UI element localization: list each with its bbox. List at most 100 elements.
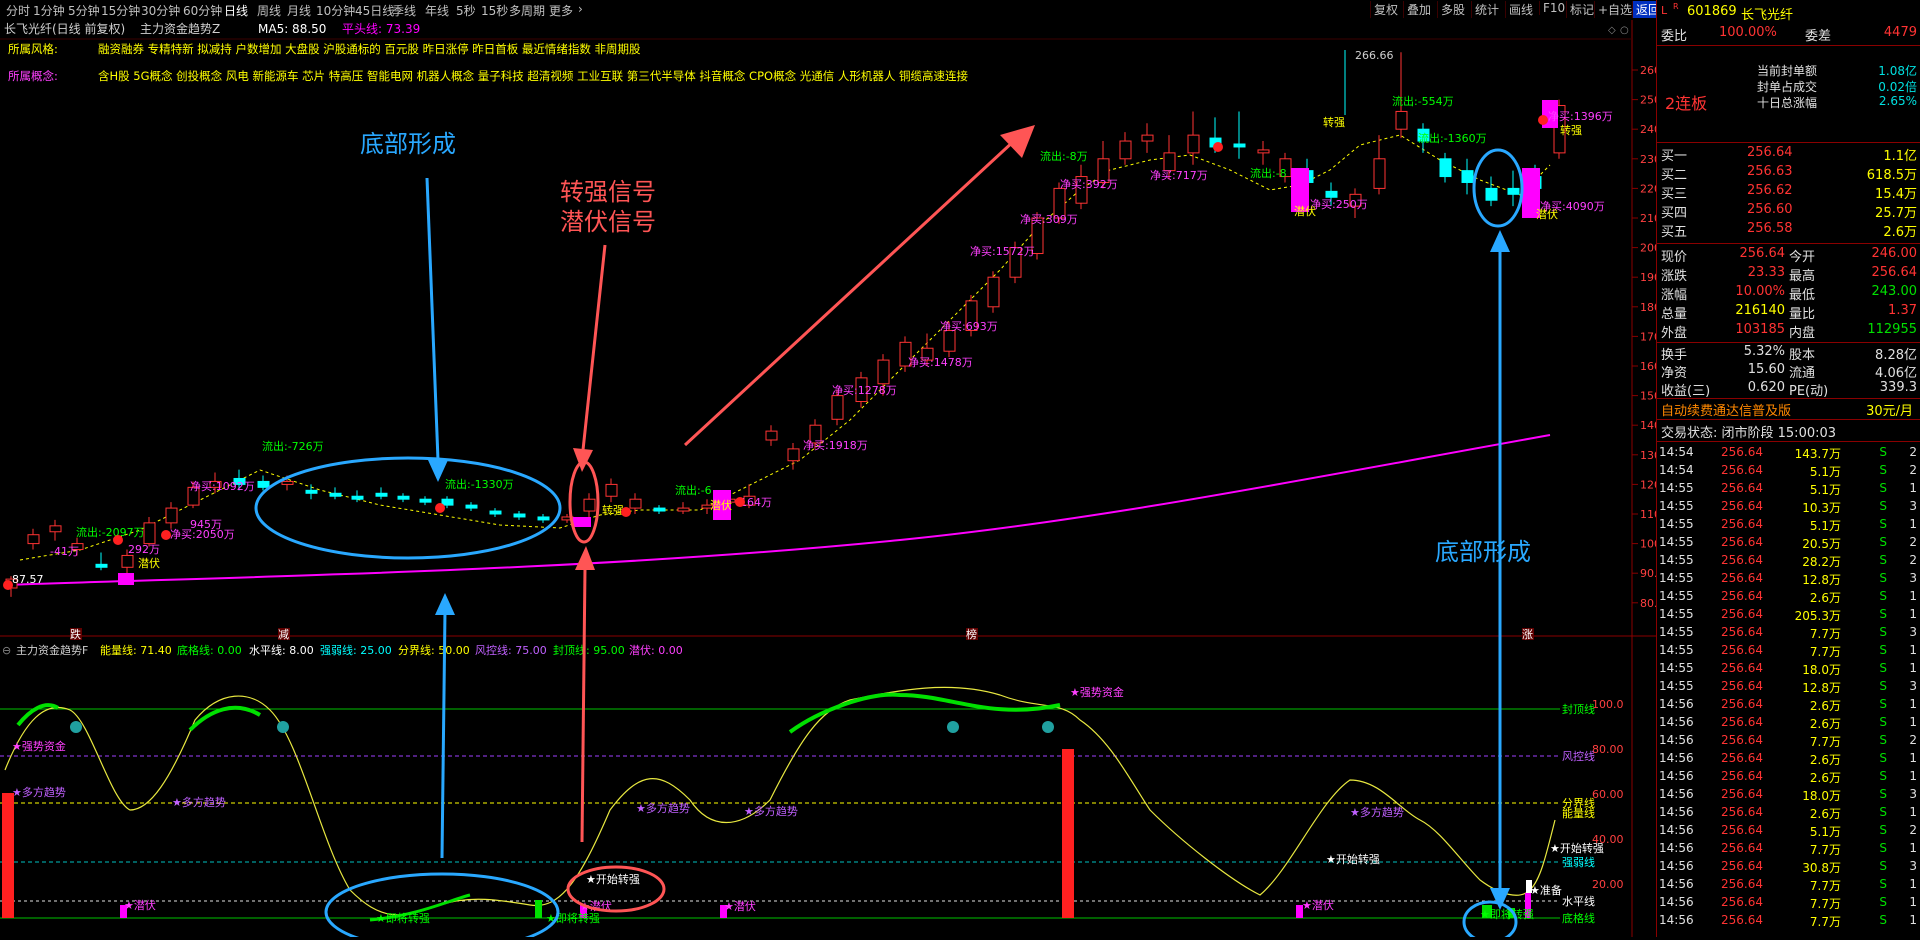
- more-chevron-icon[interactable]: ›: [578, 2, 583, 16]
- timeframe-tab[interactable]: 15分钟: [101, 2, 140, 19]
- timeframe-tab[interactable]: 15秒: [481, 2, 508, 19]
- price-tick: 110.0: [1640, 508, 1656, 521]
- candle-body: [1257, 149, 1270, 154]
- tick-count: 1: [1909, 877, 1917, 891]
- toolbar-btn[interactable]: F10: [1539, 1, 1568, 15]
- tick-time: 14:56: [1659, 715, 1694, 729]
- bottom-label-left: 底部形成: [360, 130, 456, 158]
- toolbar-btn[interactable]: 统计: [1471, 1, 1502, 18]
- finance-value: 4.06亿: [1875, 366, 1917, 381]
- timeframe-tab[interactable]: 更多: [549, 2, 573, 19]
- promo-text[interactable]: 自动续费通达信普及版: [1661, 400, 1791, 419]
- timeframe-tab[interactable]: 日线: [224, 2, 248, 19]
- kline-chart-svg[interactable]: 长飞光纤(日线 前复权) 主力资金趋势Z MA5: 88.50 平头线: 73.…: [0, 20, 1672, 940]
- timeframe-tab[interactable]: 季线: [392, 2, 416, 19]
- indicator-header-fenjie: 分界线: 50.00: [398, 643, 470, 657]
- timeframe-tab[interactable]: 周线: [257, 2, 281, 19]
- bid-row[interactable]: 买五 256.58 2.6万: [1657, 221, 1920, 240]
- toolbar-btn[interactable]: 复权: [1370, 1, 1401, 18]
- tick-volume: 20.5万: [1802, 537, 1841, 551]
- timeframe-tab[interactable]: 5分钟: [68, 2, 100, 19]
- tick-row: 14:55 256.64 20.5万 S 2: [1657, 535, 1920, 553]
- tick-count: 1: [1909, 661, 1917, 675]
- toolbar-btn[interactable]: +自选: [1594, 1, 1635, 18]
- tick-side: S: [1879, 841, 1887, 855]
- toolbar-btn[interactable]: 多股: [1437, 1, 1468, 18]
- indicator-signal-label: ★多方趋势: [744, 804, 798, 818]
- weicha-value: 4479: [1883, 25, 1917, 40]
- tick-time: 14:56: [1659, 823, 1694, 837]
- candle-body: [121, 554, 134, 568]
- date-marker: 跌: [70, 627, 81, 641]
- toolbar-btn[interactable]: 叠加: [1403, 1, 1434, 18]
- timeframe-tab[interactable]: 多周期: [509, 2, 545, 19]
- price-tick: 260.0: [1640, 64, 1656, 77]
- circle-icon[interactable]: ○: [1620, 25, 1629, 36]
- candle-body: [787, 448, 800, 462]
- price-signal-label: 87.57: [12, 573, 44, 586]
- timeframe-tab[interactable]: 60分钟: [183, 2, 222, 19]
- candle-body: [257, 480, 270, 488]
- signal-dot-icon: [113, 535, 123, 545]
- tick-count: 3: [1909, 859, 1917, 873]
- tick-price: 256.64: [1721, 571, 1763, 585]
- candle-body: [95, 563, 108, 568]
- timeframe-tab[interactable]: 30分钟: [141, 2, 180, 19]
- tick-price: 256.64: [1721, 553, 1763, 567]
- bid-row[interactable]: 买三 256.62 15.4万: [1657, 183, 1920, 202]
- bid-row[interactable]: 买一 256.64 1.1亿: [1657, 145, 1920, 164]
- concept-label: 所属概念:: [8, 69, 58, 83]
- tick-count: 1: [1909, 769, 1917, 783]
- candle-body: [1141, 134, 1154, 142]
- indicator-signal-label: ★多方趋势: [1350, 805, 1404, 819]
- promo-price[interactable]: 30元/月: [1866, 400, 1913, 419]
- signal-label-1: 转强信号: [560, 178, 656, 206]
- tick-row: 14:55 256.64 5.1万 S 1: [1657, 517, 1920, 535]
- tick-count: 1: [1909, 895, 1917, 909]
- date-marker: 榜: [966, 627, 977, 641]
- date-marker: 减: [278, 628, 289, 641]
- bid-name: 买四: [1661, 206, 1688, 221]
- timeframe-tab[interactable]: 5秒: [456, 2, 476, 19]
- tick-count: 3: [1909, 571, 1917, 585]
- tick-side: S: [1879, 733, 1887, 747]
- indicator-tick: 20.00: [1592, 878, 1624, 891]
- tick-price: 256.64: [1721, 895, 1763, 909]
- timeframe-tab[interactable]: 1分钟: [33, 2, 65, 19]
- tick-time: 14:55: [1659, 589, 1694, 603]
- timeframe-tab[interactable]: 年线: [425, 2, 449, 19]
- tick-side: S: [1879, 805, 1887, 819]
- candle-body: [653, 507, 666, 512]
- candle-body: [831, 395, 844, 420]
- tick-price: 256.64: [1721, 823, 1763, 837]
- tick-row: 14:55 256.64 7.7万 S 1: [1657, 643, 1920, 661]
- toolbar-btn[interactable]: 画线: [1505, 1, 1536, 18]
- bid-row[interactable]: 买二 256.63 618.5万: [1657, 164, 1920, 183]
- timeframe-tab[interactable]: 45日线: [355, 2, 394, 19]
- tick-price: 256.64: [1721, 805, 1763, 819]
- tick-volume: 5.1万: [1809, 483, 1841, 497]
- price-tick: 230.0: [1640, 153, 1656, 166]
- signal-dot-icon: [1213, 142, 1223, 152]
- tick-price: 256.64: [1721, 643, 1763, 657]
- diamond-icon[interactable]: ◇: [1608, 25, 1616, 36]
- board-info-key: 当前封单额: [1757, 64, 1818, 78]
- timeframe-tab[interactable]: 月线: [287, 2, 311, 19]
- candle-body: [1119, 140, 1132, 160]
- tick-row: 14:55 256.64 10.3万 S 3: [1657, 499, 1920, 517]
- tick-count: 1: [1909, 913, 1917, 927]
- chart-area[interactable]: 长飞光纤(日线 前复权) 主力资金趋势Z MA5: 88.50 平头线: 73.…: [0, 20, 1672, 940]
- tick-side: S: [1879, 787, 1887, 801]
- timeframe-tab[interactable]: 10分钟: [316, 2, 355, 19]
- bid-row[interactable]: 买四 256.60 25.7万: [1657, 202, 1920, 221]
- price-signal-label: 流出:-554万: [1392, 94, 1454, 108]
- price-tick: 120.0: [1640, 478, 1656, 491]
- timeframe-tab[interactable]: 分时: [6, 2, 30, 19]
- price-signal-label: 流出:-6: [675, 483, 712, 497]
- tick-time: 14:55: [1659, 571, 1694, 585]
- price-signal-label: 净买:1278万: [832, 383, 897, 397]
- price-tick: 100.0: [1640, 538, 1656, 551]
- candle-body: [1461, 170, 1474, 183]
- toolbar-btn[interactable]: 标记: [1566, 1, 1597, 18]
- indicator-header-nengliang: 能量线: 71.40: [100, 643, 172, 657]
